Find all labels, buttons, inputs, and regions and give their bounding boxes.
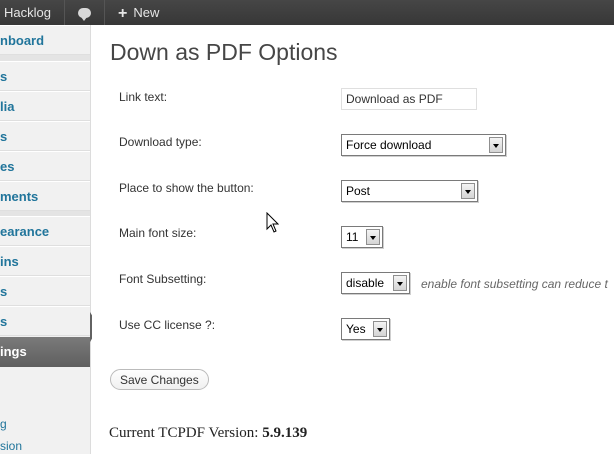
- comment-bubble-icon: [77, 8, 91, 21]
- comments-link[interactable]: [65, 0, 103, 25]
- dropdown-arrow-icon[interactable]: [489, 137, 503, 153]
- admin-bar-divider: [104, 0, 105, 25]
- new-label: New: [133, 5, 160, 20]
- sidebar-item-comments[interactable]: ments: [0, 181, 90, 211]
- dropdown-arrow-icon[interactable]: [393, 275, 407, 291]
- new-content-button[interactable]: + New: [110, 0, 167, 25]
- main-font-size-value: 11: [346, 230, 359, 244]
- button-position-value: Post: [346, 184, 371, 198]
- sidebar-submenu-item[interactable]: sion: [0, 439, 22, 453]
- font-subsetting-select[interactable]: disable: [341, 272, 410, 294]
- page-title: Down as PDF Options: [110, 39, 338, 65]
- admin-sidebar: nboard s lia s es ments earance ins s s …: [0, 25, 91, 454]
- sidebar-item-links[interactable]: s: [0, 121, 90, 151]
- tcpdf-version-number: 5.9.139: [262, 425, 308, 441]
- sidebar-item-tools[interactable]: s: [0, 306, 90, 336]
- link-text-label: Link text:: [119, 90, 168, 104]
- main-content: Down as PDF Options Link text: Download …: [92, 25, 614, 454]
- cc-license-label: Use CC license ?:: [119, 318, 216, 332]
- button-position-select[interactable]: Post: [341, 180, 478, 202]
- dropdown-arrow-icon[interactable]: [366, 229, 380, 245]
- cc-license-select[interactable]: Yes: [341, 318, 390, 340]
- link-text-input[interactable]: [341, 88, 477, 110]
- main-font-size-select[interactable]: 11: [341, 226, 383, 248]
- sidebar-item-users[interactable]: s: [0, 276, 90, 306]
- font-subsetting-label: Font Subsetting:: [119, 272, 207, 286]
- font-subsetting-value: disable: [346, 276, 385, 290]
- save-changes-button[interactable]: Save Changes: [110, 369, 209, 390]
- tcpdf-version: Current TCPDF Version: 5.9.139: [109, 425, 307, 442]
- sidebar-item-media[interactable]: lia: [0, 91, 90, 121]
- tcpdf-version-label: Current TCPDF Version:: [109, 425, 259, 441]
- dropdown-arrow-icon[interactable]: [461, 183, 475, 199]
- mouse-pointer-icon: [266, 212, 279, 233]
- sidebar-item-plugins[interactable]: ins: [0, 246, 90, 276]
- sidebar-submenu-item[interactable]: g: [0, 417, 7, 431]
- download-type-select[interactable]: Force download: [341, 134, 506, 156]
- main-font-size-label: Main font size:: [119, 226, 197, 240]
- download-type-value: Force download: [346, 138, 432, 152]
- sidebar-item-posts[interactable]: s: [0, 61, 90, 91]
- site-name: Hacklog: [4, 5, 51, 20]
- site-name-link[interactable]: Hacklog: [0, 0, 59, 25]
- cc-license-value: Yes: [346, 322, 366, 336]
- sidebar-item-dashboard[interactable]: nboard: [0, 25, 90, 55]
- font-subsetting-hint: enable font subsetting can reduce t: [421, 277, 608, 291]
- dropdown-arrow-icon[interactable]: [373, 321, 387, 337]
- sidebar-item-pages[interactable]: es: [0, 151, 90, 181]
- button-position-label: Place to show the button:: [119, 181, 254, 195]
- admin-bar: Hacklog + New: [0, 0, 614, 25]
- plus-icon: +: [118, 5, 128, 22]
- sidebar-item-appearance[interactable]: earance: [0, 216, 90, 246]
- sidebar-item-settings[interactable]: ings: [0, 337, 90, 367]
- download-type-label: Download type:: [119, 135, 202, 149]
